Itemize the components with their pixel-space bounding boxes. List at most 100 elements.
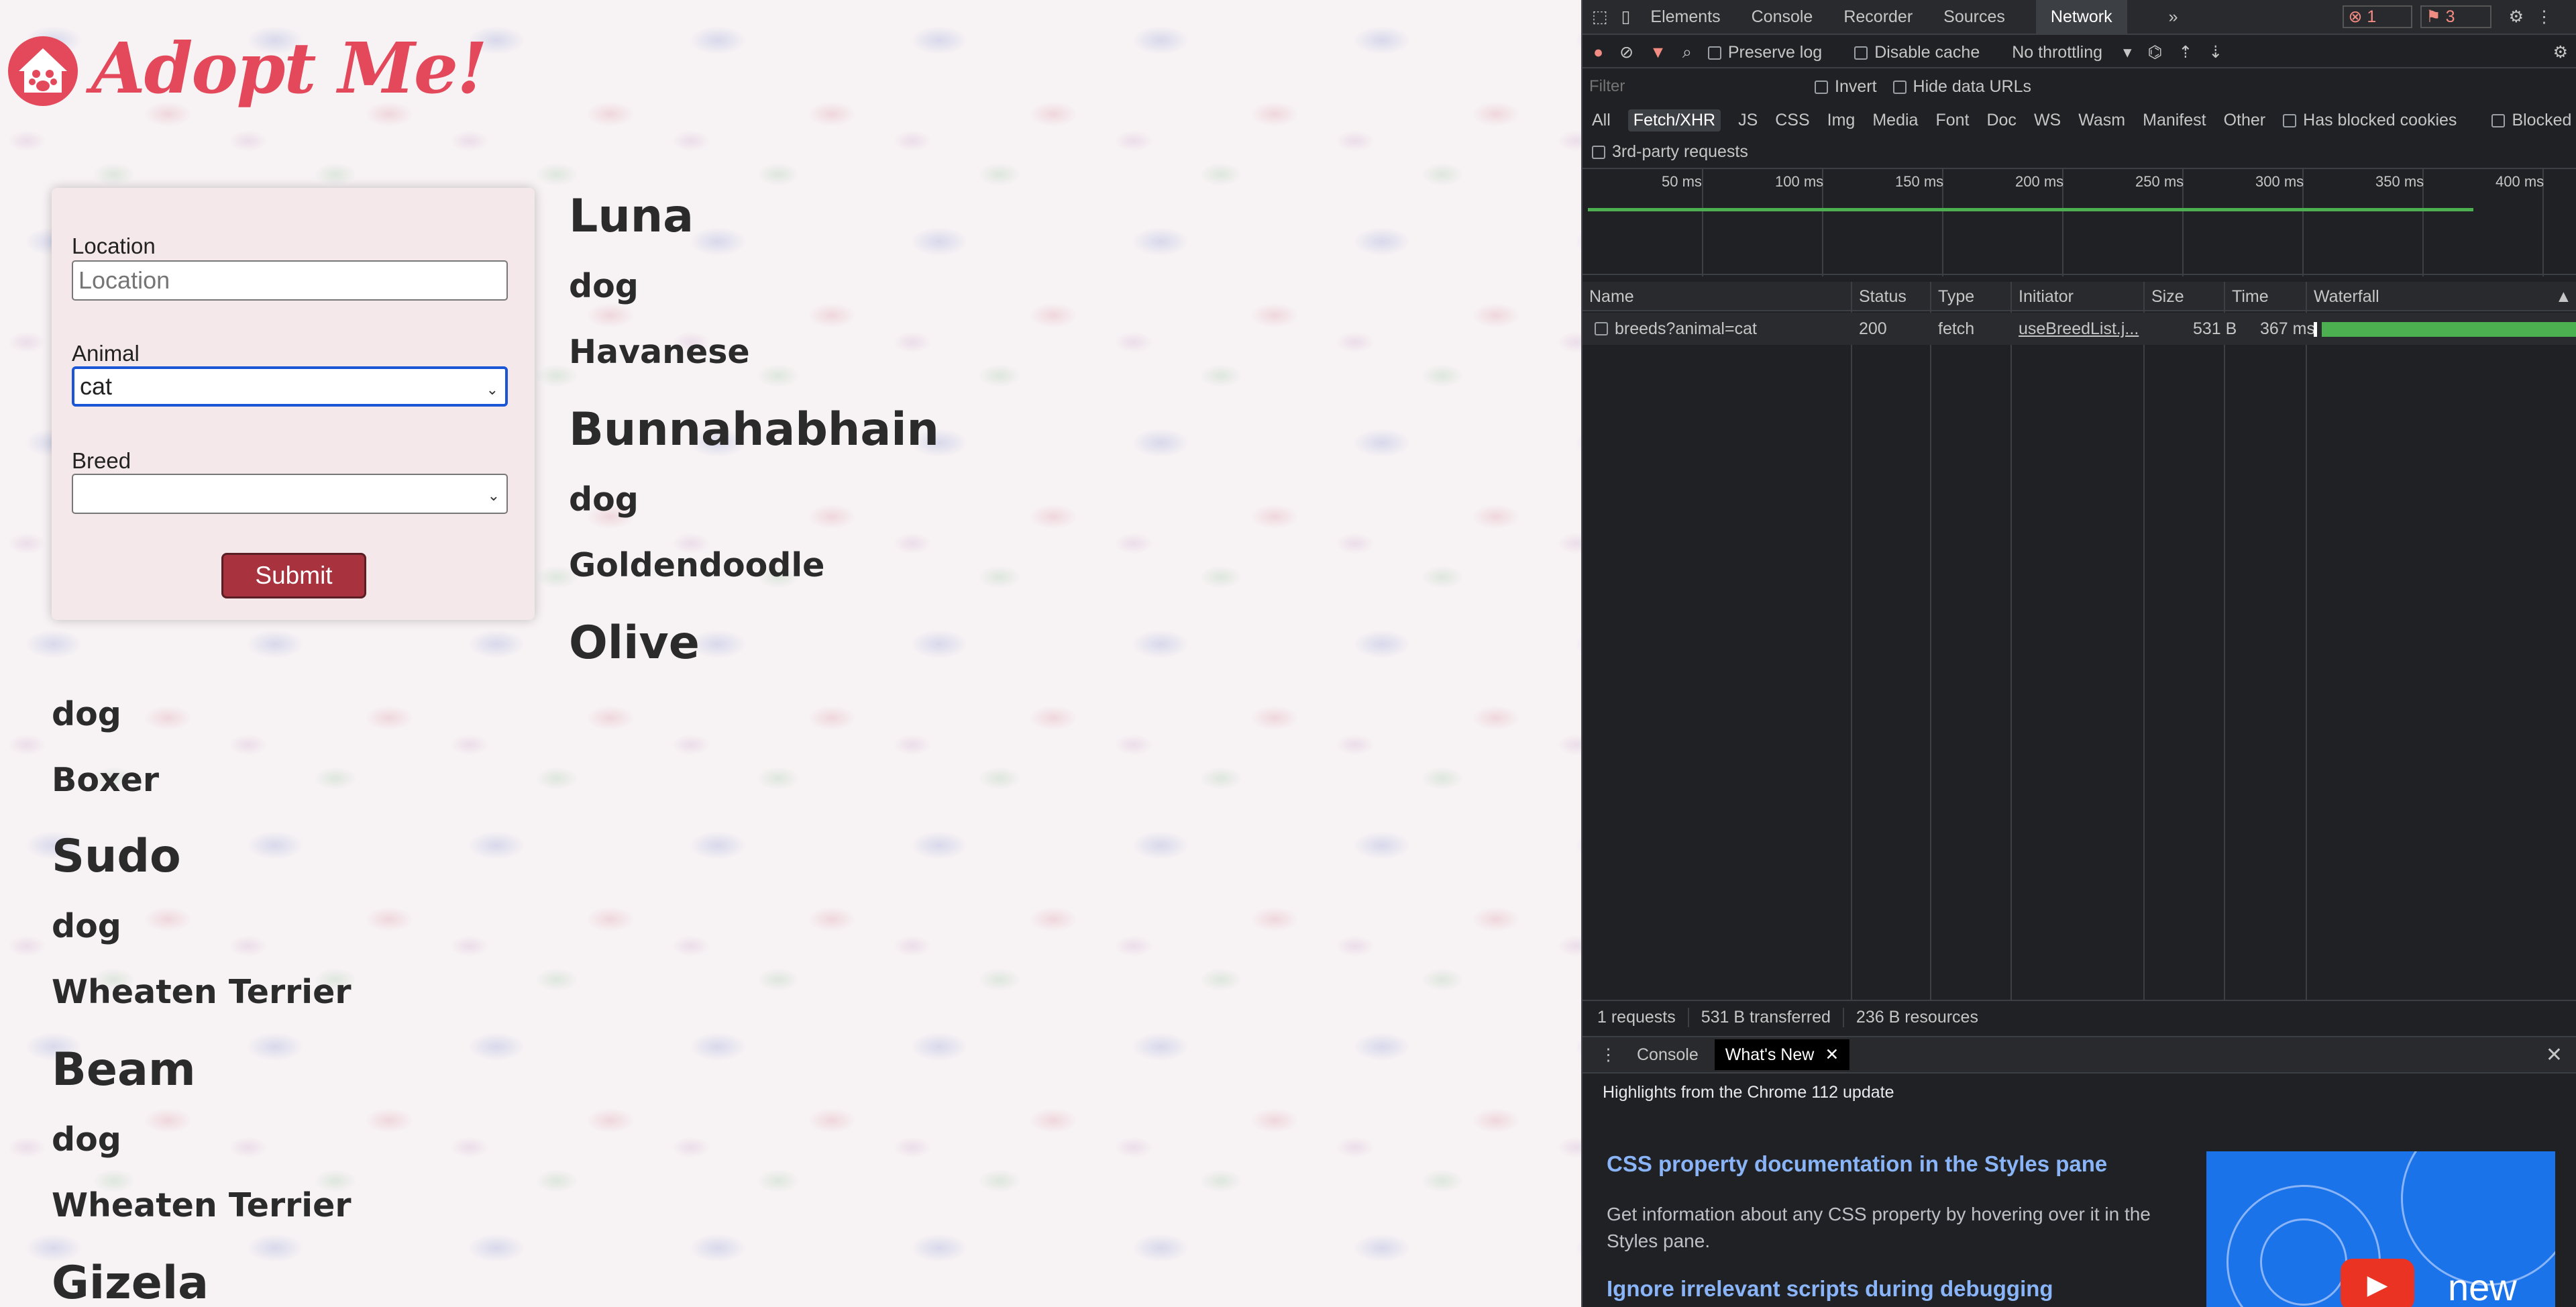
filter-input[interactable] — [1589, 75, 1804, 98]
close-icon[interactable]: ✕ — [1825, 1045, 1839, 1065]
column-status[interactable]: Status — [1852, 282, 1907, 311]
inspect-element-icon[interactable]: ⬚ — [1592, 7, 1608, 27]
whats-new-label: What's New — [1725, 1045, 1815, 1064]
waterfall-bar — [2322, 322, 2576, 337]
column-type[interactable]: Type — [1931, 282, 1974, 311]
type-filter-manifest[interactable]: Manifest — [2143, 111, 2206, 130]
column-size[interactable]: Size — [2145, 282, 2184, 311]
column-name[interactable]: Name — [1582, 282, 1634, 311]
pet-card[interactable]: Gizela — [52, 1247, 209, 1307]
pet-card[interactable]: Sudo dog Wheaten Terrier — [52, 820, 352, 1025]
type-filter-fetch-xhr[interactable]: Fetch/XHR — [1627, 109, 1721, 132]
pet-animal: dog — [52, 695, 121, 733]
animal-select[interactable]: cat ⌄ — [72, 366, 508, 407]
preserve-log-checkbox[interactable]: Preserve log — [1707, 43, 1838, 62]
css-docs-link[interactable]: CSS property documentation in the Styles… — [1607, 1151, 2107, 1177]
devtools-tabbar: ⬚ ▯ Elements Console Recorder Sources Ne… — [1582, 0, 2576, 35]
pet-breed: Goldendoodle — [569, 546, 825, 584]
chevron-down-icon: ⌄ — [487, 487, 500, 504]
type-filter-ws[interactable]: WS — [2034, 111, 2061, 130]
export-har-icon[interactable]: ⇣ — [2208, 42, 2222, 62]
request-table-header: Name Status Type Initiator Size Time Wat… — [1582, 282, 2576, 311]
devtools-panel: ⬚ ▯ Elements Console Recorder Sources Ne… — [1581, 0, 2576, 1307]
pet-card[interactable]: Luna dog Havanese — [569, 180, 750, 385]
checkbox-box — [2491, 113, 2506, 127]
drawer-tabbar: ⋮ Console What's New ✕ ✕ — [1582, 1036, 2576, 1074]
network-conditions-icon[interactable]: ⌬ — [2148, 42, 2163, 62]
blocked-requests-checkbox[interactable]: Blocked Requests — [2491, 111, 2576, 130]
throttling-value: No throttling — [2012, 43, 2103, 62]
hide-data-urls-checkbox[interactable]: Hide data URLs — [1892, 77, 2031, 97]
drawer-tab-console[interactable]: Console — [1637, 1045, 1699, 1065]
column-divider — [2306, 282, 2307, 1000]
invert-label: Invert — [1835, 76, 1877, 96]
import-har-icon[interactable]: ⇡ — [2178, 42, 2192, 62]
ignore-scripts-link[interactable]: Ignore irrelevant scripts during debuggi… — [1607, 1276, 2053, 1302]
chevron-down-icon: ⌄ — [486, 381, 498, 398]
location-input[interactable] — [72, 260, 508, 301]
kebab-menu-icon[interactable]: ⋮ — [2536, 7, 2553, 27]
has-blocked-cookies-checkbox[interactable]: Has blocked cookies — [2283, 111, 2474, 130]
pet-name: Sudo — [52, 830, 181, 883]
pet-card[interactable]: Bunnahabhain dog Goldendoodle — [569, 393, 939, 598]
logo[interactable]: Adopt Me! — [0, 25, 488, 111]
resource-type-filters: All Fetch/XHR JS CSS Img Media Font Doc … — [1582, 105, 2576, 136]
issues-count-badge[interactable]: ⚑ 3 — [2420, 5, 2491, 28]
pet-animal: dog — [52, 1120, 121, 1159]
timeline-request-bar — [1588, 208, 2473, 211]
type-filter-media[interactable]: Media — [1872, 111, 1918, 130]
filter-icon[interactable]: ▼ — [1650, 43, 1666, 62]
device-toolbar-icon[interactable]: ▯ — [1621, 7, 1631, 27]
transferred-size: 531 B transferred — [1701, 1007, 1844, 1027]
tab-console[interactable]: Console — [1752, 7, 1813, 27]
resources-size: 236 B resources — [1856, 1007, 1978, 1027]
play-icon[interactable]: ▶ — [2341, 1259, 2414, 1307]
settings-gear-icon[interactable]: ⚙ — [2509, 7, 2524, 27]
submit-button[interactable]: Submit — [221, 553, 366, 598]
timeline-tick-label: 350 ms — [2375, 173, 2424, 190]
type-filter-all[interactable]: All — [1592, 111, 1611, 130]
timeline-tick-label: 400 ms — [2496, 173, 2544, 190]
invert-checkbox[interactable]: Invert — [1815, 77, 1877, 97]
third-party-checkbox[interactable]: 3rd-party requests — [1592, 142, 1748, 162]
drawer-tab-whats-new[interactable]: What's New ✕ — [1714, 1039, 1850, 1070]
drawer-menu-icon[interactable]: ⋮ — [1600, 1045, 1617, 1065]
type-filter-js[interactable]: JS — [1738, 111, 1758, 130]
table-row[interactable]: breeds?animal=cat 200 fetch useBreedList… — [1582, 313, 2576, 345]
type-filter-other[interactable]: Other — [2224, 111, 2266, 130]
request-type: fetch — [1938, 319, 1975, 338]
tab-sources[interactable]: Sources — [1943, 7, 2005, 27]
sort-ascending-icon[interactable]: ▲ — [2548, 282, 2572, 311]
type-filter-wasm[interactable]: Wasm — [2078, 111, 2125, 130]
type-filter-css[interactable]: CSS — [1775, 111, 1809, 130]
type-filter-font[interactable]: Font — [1935, 111, 1969, 130]
breed-select[interactable]: ⌄ — [72, 474, 508, 514]
request-initiator-link[interactable]: useBreedList.j... — [2012, 313, 2139, 345]
type-filter-img[interactable]: Img — [1827, 111, 1856, 130]
column-initiator[interactable]: Initiator — [2012, 282, 2074, 311]
more-tabs-icon[interactable]: » — [2169, 7, 2178, 27]
pet-card-cont[interactable]: dog Boxer — [52, 682, 159, 813]
tab-recorder[interactable]: Recorder — [1843, 7, 1913, 27]
close-drawer-icon[interactable]: ✕ — [2546, 1043, 2563, 1067]
pet-card[interactable]: Beam dog Wheaten Terrier — [52, 1033, 352, 1239]
network-overview-timeline[interactable]: 50 ms 100 ms 150 ms 200 ms 250 ms 300 ms… — [1582, 168, 2576, 276]
column-waterfall[interactable]: Waterfall — [2307, 282, 2379, 311]
column-time[interactable]: Time — [2225, 282, 2269, 311]
tab-network[interactable]: Network — [2035, 0, 2127, 34]
pet-card[interactable]: Olive — [569, 607, 700, 680]
error-count-badge[interactable]: ⊗ 1 — [2343, 5, 2413, 28]
checkbox-box — [1707, 46, 1721, 60]
search-icon[interactable]: ⌕ — [1682, 43, 1692, 62]
throttling-select[interactable]: No throttling ▾ — [2012, 42, 2131, 62]
video-thumbnail[interactable]: ▶ new — [2206, 1151, 2555, 1307]
pet-animal: dog — [569, 480, 639, 519]
clear-icon[interactable]: ⊘ — [1619, 42, 1633, 62]
tab-elements[interactable]: Elements — [1650, 7, 1720, 27]
css-docs-description: Get information about any CSS property b… — [1607, 1204, 2151, 1251]
record-icon[interactable]: ● — [1593, 43, 1603, 62]
type-filter-doc[interactable]: Doc — [1986, 111, 2016, 130]
disable-cache-checkbox[interactable]: Disable cache — [1854, 43, 1996, 62]
animal-select-value: cat — [80, 372, 113, 400]
network-settings-gear-icon[interactable]: ⚙ — [2553, 42, 2568, 62]
